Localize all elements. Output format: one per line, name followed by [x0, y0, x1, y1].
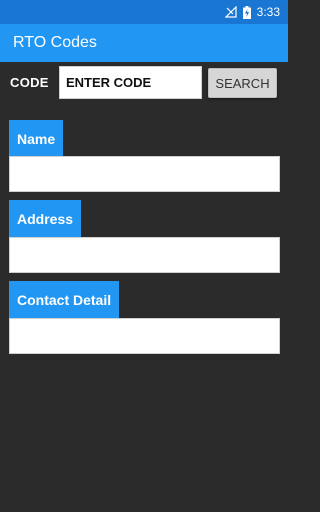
contact-detail-label: Contact Detail: [9, 281, 120, 318]
name-field[interactable]: [9, 156, 280, 192]
code-search-row: CODE SEARCH: [0, 66, 288, 100]
contact-detail-field[interactable]: [9, 318, 280, 354]
battery-charging-icon: [242, 5, 251, 19]
address-field[interactable]: [9, 237, 280, 273]
code-label: CODE: [10, 75, 49, 90]
address-label: Address: [9, 200, 82, 237]
status-time: 3:33: [256, 5, 280, 19]
app-bar: RTO Codes: [0, 24, 288, 62]
app-title: RTO Codes: [13, 34, 97, 51]
search-button[interactable]: SEARCH: [208, 68, 277, 98]
code-input[interactable]: [59, 66, 202, 99]
name-label: Name: [9, 120, 64, 157]
status-bar: 3:33: [0, 0, 288, 24]
no-signal-icon: [224, 6, 237, 18]
